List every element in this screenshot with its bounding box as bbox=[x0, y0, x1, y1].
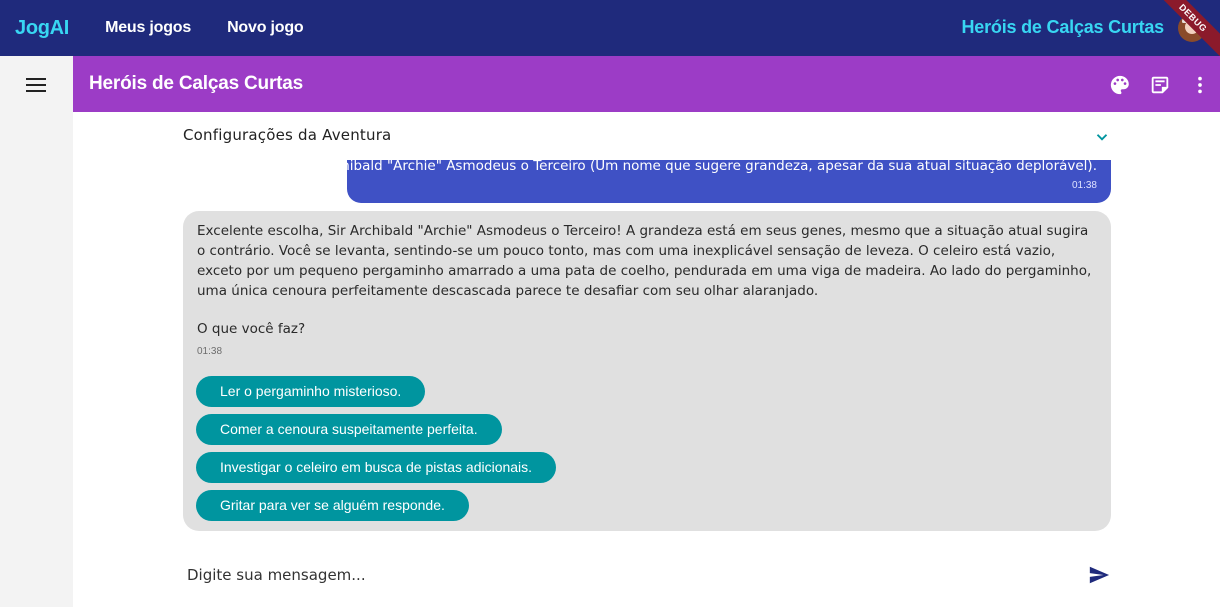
config-panel: Configurações da Aventura bbox=[73, 112, 1220, 160]
choice-button[interactable]: Comer a cenoura suspeitamente perfeita. bbox=[196, 414, 502, 445]
menu-icon[interactable] bbox=[26, 78, 46, 92]
ai-message-text: Excelente escolha, Sir Archibald "Archie… bbox=[197, 223, 1092, 299]
choice-button[interactable]: Investigar o celeiro em busca de pistas … bbox=[196, 452, 557, 483]
send-icon[interactable] bbox=[1087, 564, 1111, 586]
more-vert-icon[interactable] bbox=[1189, 74, 1211, 96]
ai-message-question: O que você faz? bbox=[197, 321, 306, 337]
side-rail bbox=[0, 56, 73, 607]
user-message-time: 01:38 bbox=[1071, 180, 1097, 191]
message-input[interactable] bbox=[183, 560, 1063, 590]
game-header: Heróis de Calças Curtas bbox=[73, 56, 1220, 112]
user-message-text: Archibald "Archie" Asmodeus o Terceiro (… bbox=[319, 158, 1097, 174]
top-app-bar: JogAI Meus jogos Novo jogo Heróis de Cal… bbox=[0, 0, 1220, 63]
choice-button[interactable]: Ler o pergaminho misterioso. bbox=[196, 376, 426, 407]
nav-novo-jogo[interactable]: Novo jogo bbox=[227, 19, 304, 37]
game-header-title: Heróis de Calças Curtas bbox=[89, 73, 303, 94]
ai-message-time: 01:38 bbox=[197, 346, 223, 357]
app-brand[interactable]: JogAI bbox=[15, 17, 69, 40]
palette-icon[interactable] bbox=[1109, 74, 1131, 96]
message-composer bbox=[183, 560, 1111, 590]
chevron-down-icon[interactable] bbox=[1093, 128, 1111, 146]
ai-message-bubble: Excelente escolha, Sir Archibald "Archie… bbox=[183, 211, 1111, 531]
notes-icon[interactable] bbox=[1149, 74, 1171, 96]
user-message-bubble: Archibald "Archie" Asmodeus o Terceiro (… bbox=[319, 158, 1111, 203]
choice-button[interactable]: Gritar para ver se alguém responde. bbox=[196, 490, 469, 521]
nav-meus-jogos[interactable]: Meus jogos bbox=[105, 19, 191, 37]
config-expander[interactable]: Configurações da Aventura bbox=[183, 126, 1111, 148]
current-game-title: Heróis de Calças Curtas bbox=[961, 17, 1165, 37]
config-label: Configurações da Aventura bbox=[183, 126, 392, 144]
chat-area: Archibald "Archie" Asmodeus o Terceiro (… bbox=[73, 112, 1220, 607]
